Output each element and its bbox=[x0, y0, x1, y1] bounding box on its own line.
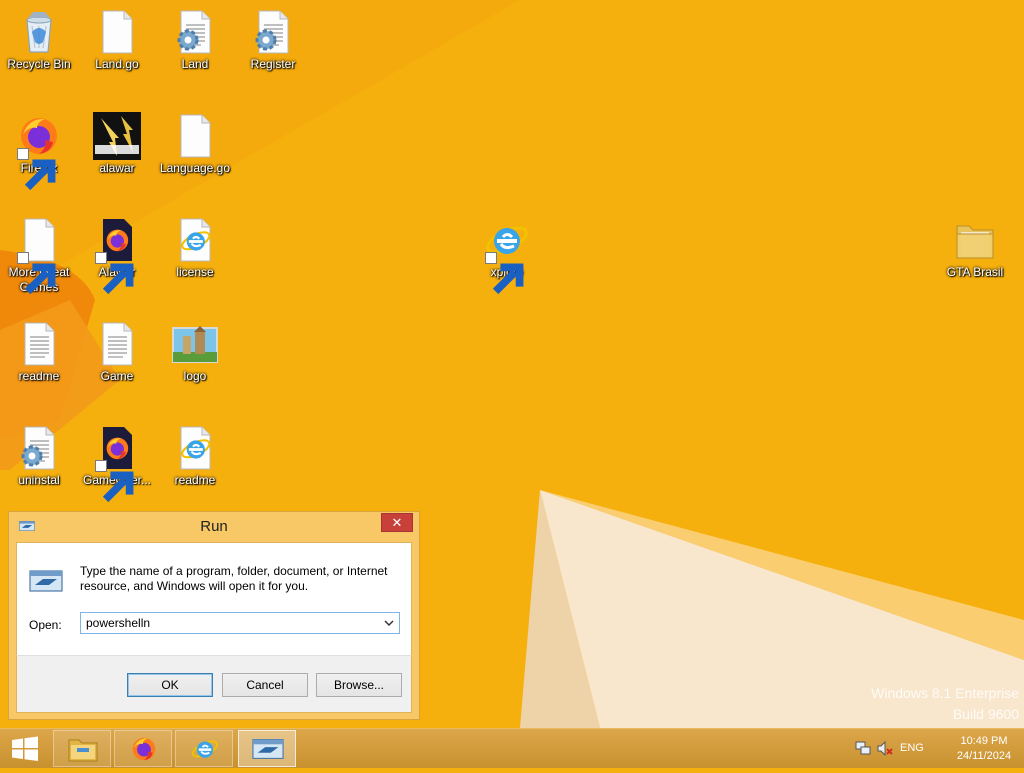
desktop-icon-land-go[interactable]: Land.go bbox=[79, 8, 155, 72]
icon-label: uninstal bbox=[18, 473, 60, 487]
desktop-icon-land[interactable]: Land bbox=[157, 8, 233, 72]
shortcut-arrow-icon bbox=[485, 252, 497, 264]
desktop-icon-alawar-link[interactable]: Alawar bbox=[79, 216, 155, 280]
open-label: Open: bbox=[29, 618, 62, 632]
file-explorer-icon bbox=[68, 739, 98, 762]
clock[interactable]: 10:49 PM 24/11/2024 bbox=[946, 734, 1022, 764]
icon-label: Recycle Bin bbox=[7, 57, 71, 71]
clock-time: 10:49 PM bbox=[960, 735, 1008, 747]
desktop-icon-register[interactable]: Register bbox=[235, 8, 311, 72]
clock-date: 24/11/2024 bbox=[956, 750, 1012, 762]
icon-label: GTA Brasil bbox=[946, 265, 1004, 279]
open-input[interactable] bbox=[81, 613, 376, 633]
taskbar: ENG 10:49 PM 24/11/2024 bbox=[0, 728, 1024, 768]
desktop-icon-uninstal[interactable]: uninstal bbox=[1, 424, 77, 488]
taskbar-file-explorer[interactable] bbox=[53, 730, 111, 767]
taskbar-firefox[interactable] bbox=[114, 730, 172, 767]
chevron-down-icon[interactable] bbox=[382, 615, 396, 631]
firefox-icon bbox=[128, 734, 160, 764]
cancel-button[interactable]: Cancel bbox=[222, 673, 308, 697]
desktop-icon-more-great-games[interactable]: More Great Games bbox=[1, 216, 77, 295]
desktop-icon-readme-text[interactable]: readme bbox=[1, 320, 77, 384]
dialog-title: Run bbox=[200, 518, 228, 535]
ie-document-icon bbox=[171, 216, 219, 264]
start-button[interactable] bbox=[0, 729, 50, 768]
shortcut-arrow-icon bbox=[17, 252, 29, 264]
blank-file-icon bbox=[93, 8, 141, 56]
open-combobox[interactable] bbox=[80, 612, 400, 634]
desktop-icon-recycle-bin[interactable]: Recycle Bin bbox=[1, 8, 77, 72]
shortcut-arrow-icon bbox=[95, 252, 107, 264]
desktop-icon-language-go[interactable]: Language.go bbox=[157, 112, 233, 176]
desktop-icon-gta-brasil[interactable]: GTA Brasil bbox=[937, 216, 1013, 280]
icon-label: license bbox=[176, 265, 214, 279]
shortcut-arrow-icon bbox=[95, 460, 107, 472]
windows-edition-watermark: Windows 8.1 Enterprise Build 9600 bbox=[871, 683, 1019, 725]
desktop-icon-game[interactable]: Game bbox=[79, 320, 155, 384]
alawar-logo-icon bbox=[93, 112, 141, 160]
taskbar-run-dialog[interactable] bbox=[238, 730, 296, 767]
watermark-build: Build 9600 bbox=[952, 706, 1019, 722]
desktop-icon-readme-html[interactable]: readme bbox=[157, 424, 233, 488]
internet-explorer-icon bbox=[189, 734, 221, 764]
run-dialog-body: Type the name of a program, folder, docu… bbox=[16, 542, 412, 655]
run-dialog-buttons: OK Cancel Browse... bbox=[16, 655, 412, 713]
volume-muted-icon[interactable] bbox=[877, 741, 893, 756]
recycle-bin-icon bbox=[15, 8, 63, 56]
input-language-indicator[interactable]: ENG bbox=[900, 742, 924, 754]
text-file-icon bbox=[15, 320, 63, 368]
blank-file-icon bbox=[171, 112, 219, 160]
run-dialog-icon bbox=[252, 734, 284, 764]
system-tray: ENG 10:49 PM 24/11/2024 bbox=[844, 729, 1024, 768]
close-button[interactable]: ✕ bbox=[381, 513, 413, 532]
desktop-icon-xplore[interactable]: xplore bbox=[469, 216, 545, 280]
desktop-icon-logo[interactable]: logo bbox=[157, 320, 233, 384]
icon-label: alawar bbox=[99, 161, 135, 175]
run-dialog-titlebar[interactable]: Run ✕ bbox=[9, 512, 419, 542]
run-dialog: Run ✕ Type the name of a program, folder… bbox=[8, 511, 420, 720]
desktop-icon-license[interactable]: license bbox=[157, 216, 233, 280]
ie-document-icon bbox=[171, 424, 219, 472]
icon-label: Register bbox=[250, 57, 296, 71]
browse-button[interactable]: Browse... bbox=[316, 673, 402, 697]
icon-label: Game bbox=[100, 369, 134, 383]
icon-label: readme bbox=[18, 369, 60, 383]
folder-icon bbox=[951, 216, 999, 264]
ok-button[interactable]: OK bbox=[127, 673, 213, 697]
icon-label: Language.go bbox=[159, 161, 231, 175]
desktop-icon-gameover[interactable]: GameOver... bbox=[79, 424, 155, 488]
watermark-edition: Windows 8.1 Enterprise bbox=[871, 685, 1019, 701]
config-file-icon bbox=[171, 8, 219, 56]
config-file-icon bbox=[249, 8, 297, 56]
desktop-icon-alawar[interactable]: alawar bbox=[79, 112, 155, 176]
network-icon[interactable] bbox=[855, 741, 871, 756]
text-file-icon bbox=[93, 320, 141, 368]
taskbar-internet-explorer[interactable] bbox=[175, 730, 233, 767]
image-file-icon bbox=[172, 326, 218, 363]
run-dialog-icon bbox=[29, 569, 63, 593]
icon-label: Land.go bbox=[95, 57, 139, 71]
desktop-icon-firefox[interactable]: Firefox bbox=[1, 112, 77, 176]
icon-label: readme bbox=[174, 473, 216, 487]
icon-label: Land bbox=[181, 57, 209, 71]
run-description: Type the name of a program, folder, docu… bbox=[80, 564, 388, 593]
icon-label: logo bbox=[183, 369, 207, 383]
windows-logo-icon bbox=[12, 736, 38, 761]
shortcut-arrow-icon bbox=[17, 148, 29, 160]
config-file-icon bbox=[15, 424, 63, 472]
